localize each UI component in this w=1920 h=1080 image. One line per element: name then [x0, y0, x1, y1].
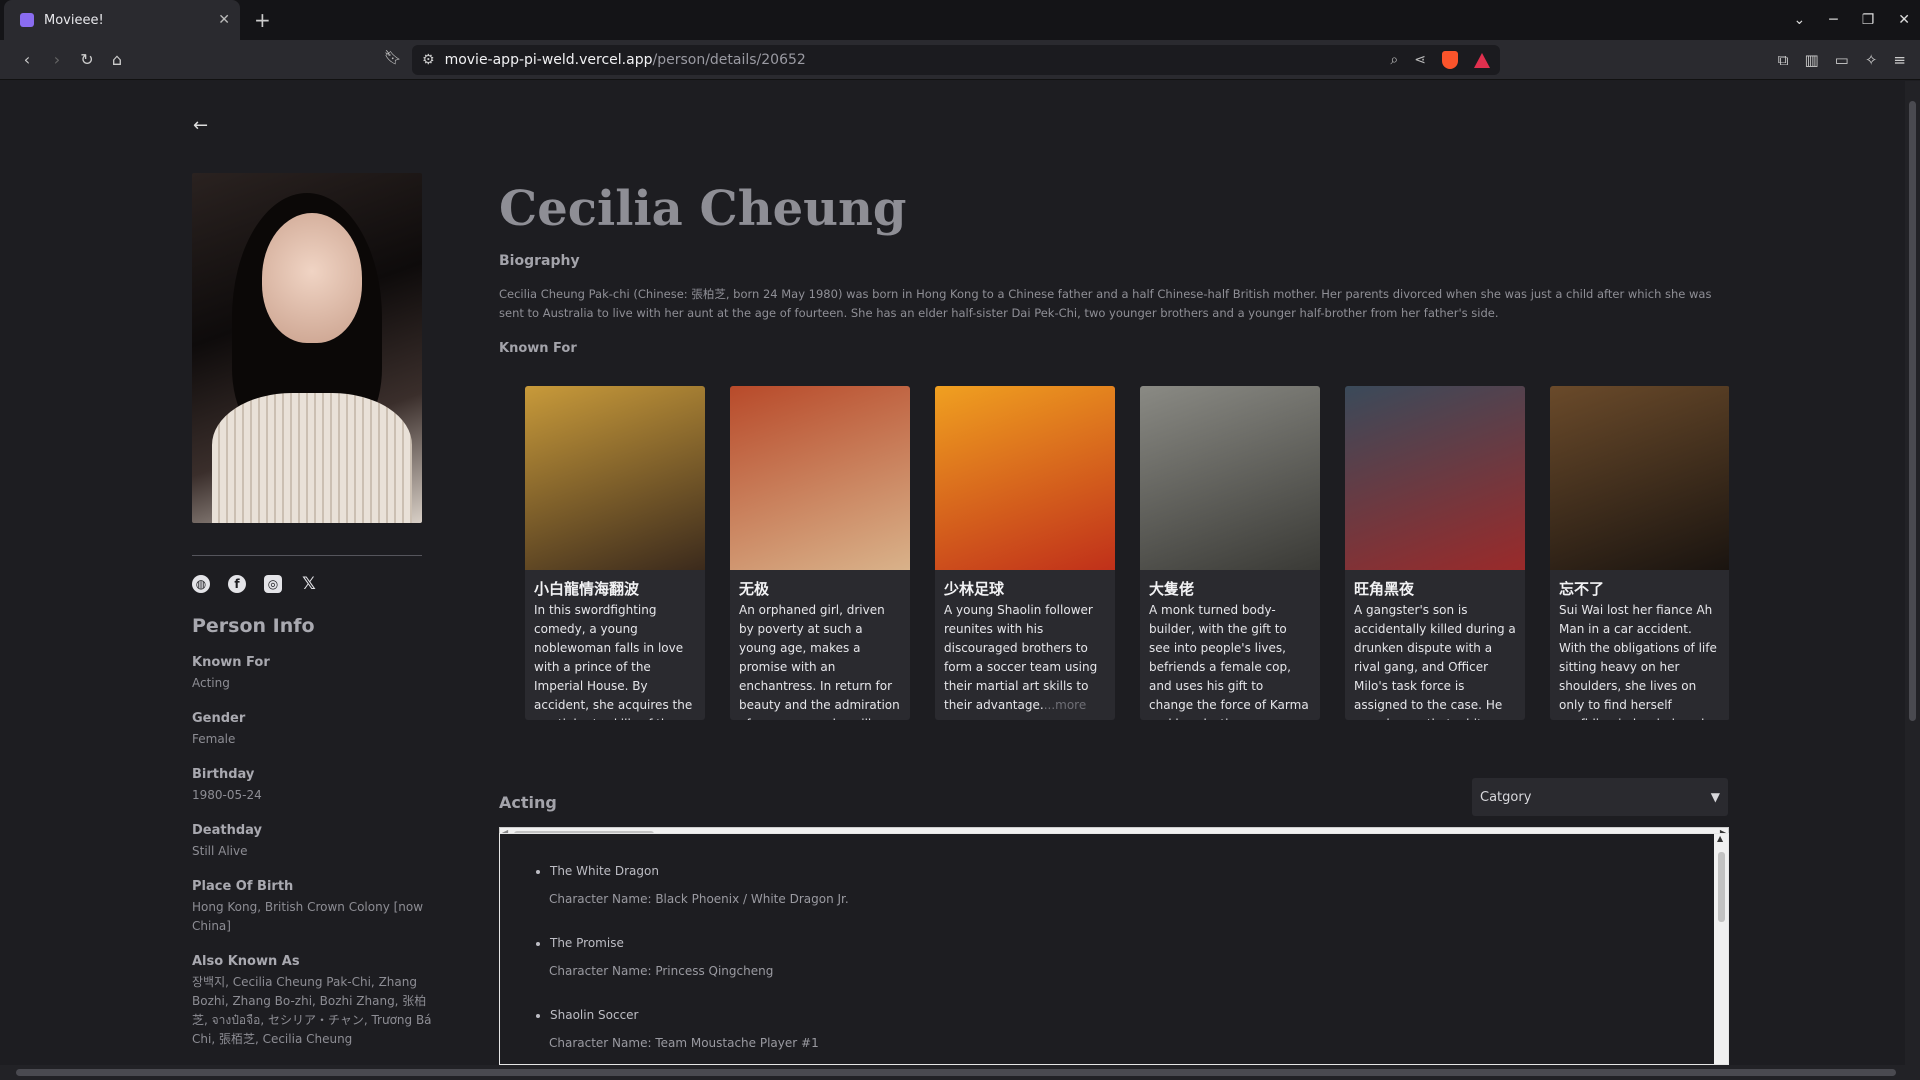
person-info: Person Info Known For Acting Gender Fema…: [192, 615, 432, 1065]
window-controls: ⌄ ─ ❐ ✕: [1794, 0, 1910, 40]
profile-photo: [192, 173, 422, 523]
new-tab-button[interactable]: +: [254, 8, 271, 32]
credit-title: The White Dragon: [550, 864, 659, 878]
social-links: ◍ f ◎ 𝕏: [192, 574, 318, 594]
movie-overview: A monk turned body-builder, with the gif…: [1140, 601, 1320, 720]
bookmark-icon[interactable]: 🔖︎: [384, 50, 402, 66]
x-twitter-icon[interactable]: 𝕏: [300, 574, 318, 594]
extensions-icon[interactable]: ⧉: [1778, 51, 1789, 69]
minimize-button[interactable]: ─: [1829, 12, 1837, 28]
sidebar-icon[interactable]: ▥: [1804, 51, 1818, 69]
movie-poster[interactable]: [1140, 386, 1320, 570]
movie-poster[interactable]: [935, 386, 1115, 570]
forward-nav-icon[interactable]: ›: [42, 50, 72, 69]
deathday-label: Deathday: [192, 823, 263, 838]
biography-text: Cecilia Cheung Pak-chi (Chinese: 張柏芝, bo…: [499, 287, 1712, 320]
home-icon[interactable]: ⌂: [102, 50, 132, 69]
restore-button[interactable]: ❐: [1862, 12, 1875, 28]
known-for-carousel: 小白龍情海翻波 In this swordfighting comedy, a y…: [499, 386, 1729, 826]
zoom-icon[interactable]: ⌕: [1390, 52, 1398, 68]
movie-title: 无极: [739, 580, 770, 598]
deathday-value: Still Alive: [192, 844, 248, 858]
acting-credits-list: The White Dragon Character Name: Black Ph…: [499, 833, 1729, 1065]
close-tab-icon[interactable]: ✕: [218, 12, 230, 28]
place-of-birth-label: Place Of Birth: [192, 879, 294, 894]
movie-overview: A young Shaolin follower reunites with h…: [944, 603, 1098, 712]
movie-poster[interactable]: [730, 386, 910, 570]
website-icon[interactable]: ◍: [192, 575, 210, 593]
credit-item: The White Dragon Character Name: Black Ph…: [549, 864, 1728, 906]
also-known-as-label: Also Known As: [192, 954, 300, 969]
url-text: movie-app-pi-weld.vercel.app/person/deta…: [444, 52, 806, 68]
person-info-heading: Person Info: [192, 615, 315, 637]
close-window-button[interactable]: ✕: [1898, 12, 1910, 28]
movie-card[interactable]: 大隻佬 A monk turned body-builder, with the …: [1140, 386, 1320, 720]
menu-icon[interactable]: ≡: [1893, 51, 1906, 69]
movie-card[interactable]: 少林足球 A young Shaolin follower reunites wi…: [935, 386, 1115, 720]
movie-title: 大隻佬: [1149, 580, 1195, 598]
more-link[interactable]: ...more: [1044, 698, 1087, 712]
credit-title: Shaolin Soccer: [550, 1008, 639, 1022]
dropdown-arrow-icon: ▼: [1710, 790, 1720, 804]
browser-tab[interactable]: Movieee! ✕: [4, 0, 240, 40]
movie-card[interactable]: 忘不了 Sui Wai lost her fiance Ah Man in a c…: [1550, 386, 1729, 720]
movie-poster[interactable]: [1345, 386, 1525, 570]
movie-card[interactable]: 无极 An orphaned girl, driven by poverty at…: [730, 386, 910, 720]
credit-character: Character Name: Princess Qingcheng: [549, 964, 774, 978]
birthday-value: 1980-05-24: [192, 788, 262, 802]
divider: [192, 555, 422, 556]
tab-bar: Movieee! ✕ + ⌄ ─ ❐ ✕: [0, 0, 1920, 40]
brave-rewards-icon[interactable]: [1474, 52, 1490, 68]
category-select[interactable]: Catgory ▼: [1472, 778, 1728, 816]
movie-overview: In this swordfighting comedy, a young no…: [534, 603, 693, 720]
biography-heading: Biography: [499, 253, 580, 269]
known-for-value: Acting: [192, 676, 230, 690]
back-arrow-icon[interactable]: ←: [193, 115, 208, 136]
movie-title: 旺角黑夜: [1354, 580, 1415, 598]
movie-title: 小白龍情海翻波: [534, 580, 640, 598]
reload-icon[interactable]: ↻: [72, 50, 102, 69]
gender-label: Gender: [192, 711, 246, 726]
movie-overview: An orphaned girl, driven by poverty at s…: [739, 603, 900, 720]
leo-ai-icon[interactable]: ✧: [1865, 51, 1878, 69]
movie-poster[interactable]: [1550, 386, 1729, 570]
movie-overview: A gangster's son is accidentally killed …: [1354, 603, 1516, 720]
known-for-label: Known For: [192, 655, 270, 670]
also-known-as-value: 장백지, Cecilia Cheung Pak-Chi, Zhang Bozhi…: [192, 975, 432, 1046]
movie-title: 忘不了: [1559, 580, 1605, 598]
facebook-icon[interactable]: f: [228, 575, 246, 593]
person-name: Cecilia Cheung: [499, 181, 907, 237]
movie-overview: Sui Wai lost her fiance Ah Man in a car …: [1559, 603, 1717, 720]
tab-title: Movieee!: [44, 12, 104, 28]
acting-heading: Acting: [499, 793, 557, 812]
instagram-icon[interactable]: ◎: [264, 575, 282, 593]
credit-title: The Promise: [550, 936, 624, 950]
movie-poster[interactable]: [525, 386, 705, 570]
share-icon[interactable]: ⋖: [1414, 52, 1426, 68]
gender-value: Female: [192, 732, 236, 746]
movie-title: 少林足球: [944, 580, 1005, 598]
back-nav-icon[interactable]: ‹: [12, 50, 42, 69]
credit-character: Character Name: Black Phoenix / White Dr…: [549, 892, 849, 906]
page-horizontal-scrollbar[interactable]: [0, 1065, 1920, 1080]
tab-list-icon[interactable]: ⌄: [1794, 12, 1806, 28]
known-for-heading: Known For: [499, 341, 577, 356]
credit-item: The Promise Character Name: Princess Qing…: [549, 936, 1728, 978]
site-info-icon[interactable]: ⚙: [422, 52, 435, 68]
browser-toolbar: ‹ › ↻ ⌂ 🔖︎ ⚙ movie-app-pi-weld.vercel.ap…: [0, 40, 1920, 80]
wallet-icon[interactable]: ▭: [1835, 51, 1849, 69]
birthday-label: Birthday: [192, 767, 255, 782]
credit-item: Shaolin Soccer Character Name: Team Moust…: [549, 1008, 1728, 1050]
favicon-icon: [20, 13, 34, 27]
credits-scrollbar[interactable]: ▲: [1714, 834, 1728, 1064]
page-vertical-scrollbar[interactable]: [1905, 81, 1920, 1065]
movie-card[interactable]: 旺角黑夜 A gangster's son is accidentally kil…: [1345, 386, 1525, 720]
credit-character: Character Name: Team Moustache Player #1: [549, 1036, 819, 1050]
page-content: ← ◍ f ◎ 𝕏 Person Info Known For Acting G…: [0, 81, 1905, 1065]
address-bar[interactable]: ⚙ movie-app-pi-weld.vercel.app/person/de…: [412, 45, 1500, 75]
more-link[interactable]: ...more: [1245, 717, 1288, 720]
movie-card[interactable]: 小白龍情海翻波 In this swordfighting comedy, a y…: [525, 386, 705, 720]
brave-shields-icon[interactable]: [1442, 51, 1458, 69]
place-of-birth-value: Hong Kong, British Crown Colony [now Chi…: [192, 900, 424, 933]
